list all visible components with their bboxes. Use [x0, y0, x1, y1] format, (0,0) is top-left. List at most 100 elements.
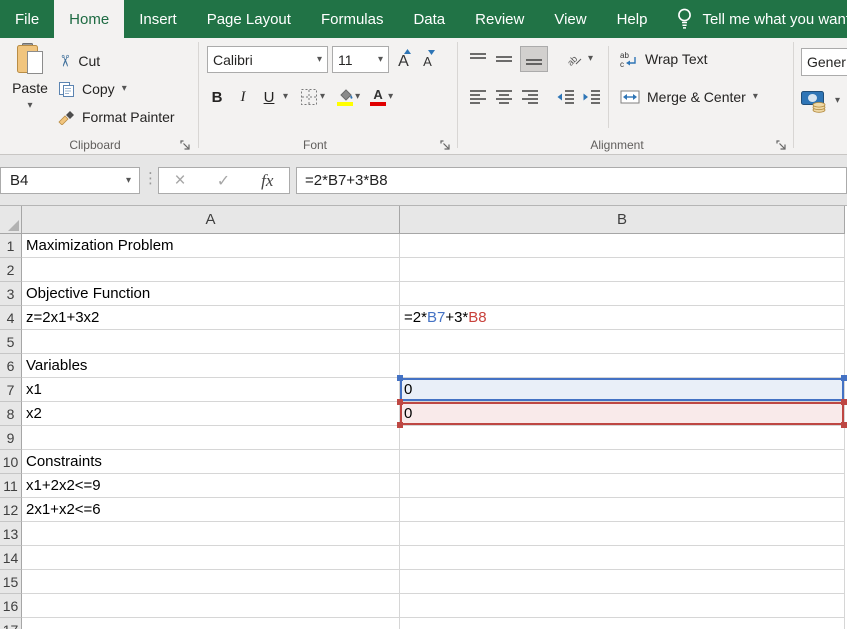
row-header-2[interactable]: 2	[0, 258, 22, 282]
range-handle-icon[interactable]	[841, 399, 847, 405]
enter-icon[interactable]: ✓	[217, 171, 230, 191]
accounting-dropdown-arrow[interactable]: ▾	[835, 96, 840, 106]
row-header-16[interactable]: 16	[0, 594, 22, 618]
underline-dropdown-arrow[interactable]: ▾	[283, 92, 288, 102]
tab-home[interactable]: Home	[54, 0, 125, 38]
format-painter-button[interactable]: Format Painter	[58, 104, 175, 130]
row-header-17[interactable]: 17	[0, 618, 22, 629]
cell-A2[interactable]	[22, 258, 400, 282]
cell-A16[interactable]	[22, 594, 400, 618]
wrap-text-button[interactable]: ab c Wrap Text	[620, 46, 708, 72]
row-header-12[interactable]: 12	[0, 498, 22, 522]
cell-A4[interactable]: z=2x1+3x2	[22, 306, 400, 330]
cell-A3[interactable]: Objective Function	[22, 282, 400, 306]
cell-B4[interactable]: =2* B7 +3* B8	[400, 306, 845, 330]
cell-A14[interactable]	[22, 546, 400, 570]
row-header-6[interactable]: 6	[0, 354, 22, 378]
align-right-button[interactable]	[520, 84, 540, 110]
cell-B9[interactable]	[400, 426, 845, 450]
top-align-button[interactable]	[468, 46, 488, 72]
tab-formulas[interactable]: Formulas	[306, 0, 399, 38]
cell-B2[interactable]	[400, 258, 845, 282]
orientation-button[interactable]: ab	[564, 46, 582, 72]
row-header-7[interactable]: 7	[0, 378, 22, 402]
cell-A8[interactable]: x2	[22, 402, 400, 426]
shrink-font-button[interactable]: A	[420, 50, 435, 68]
range-handle-icon[interactable]	[397, 375, 403, 381]
cell-A7[interactable]: x1	[22, 378, 400, 402]
tab-help[interactable]: Help	[602, 0, 663, 38]
paste-button[interactable]: Paste ▾	[6, 42, 54, 136]
bold-button[interactable]: B	[205, 85, 229, 109]
row-header-14[interactable]: 14	[0, 546, 22, 570]
range-handle-icon[interactable]	[841, 375, 847, 381]
font-dialog-launcher-icon[interactable]	[438, 138, 452, 152]
column-header-a[interactable]: A	[22, 206, 400, 234]
font-color-button[interactable]: A	[370, 88, 387, 106]
copy-button[interactable]: Copy ▾	[58, 76, 127, 102]
insert-function-icon[interactable]: fx	[261, 171, 273, 191]
fill-color-dropdown-arrow[interactable]: ▾	[355, 92, 360, 102]
cell-B13[interactable]	[400, 522, 845, 546]
tab-file[interactable]: File	[0, 0, 54, 38]
paste-dropdown-arrow[interactable]: ▾	[27, 101, 32, 111]
cancel-icon[interactable]: ×	[175, 170, 186, 192]
font-name-dropdown-arrow[interactable]: ▾	[317, 54, 322, 65]
cell-A12[interactable]: 2x1+x2<=6	[22, 498, 400, 522]
cell-A1[interactable]: Maximization Problem	[22, 234, 400, 258]
tab-view[interactable]: View	[539, 0, 601, 38]
italic-button[interactable]: I	[231, 85, 255, 109]
tell-me-search[interactable]: Tell me what you want t	[662, 0, 847, 38]
number-format-combo[interactable]: Gener	[801, 48, 847, 76]
row-header-3[interactable]: 3	[0, 282, 22, 306]
formula-input[interactable]: =2*B7+3*B8	[296, 167, 847, 194]
borders-button[interactable]	[300, 84, 318, 110]
cell-A10[interactable]: Constraints	[22, 450, 400, 474]
cell-A15[interactable]	[22, 570, 400, 594]
font-color-dropdown-arrow[interactable]: ▾	[388, 92, 393, 102]
formula-bar-grip[interactable]: ⋮	[143, 169, 158, 187]
name-box-dropdown-arrow[interactable]: ▾	[126, 175, 131, 186]
tab-insert[interactable]: Insert	[124, 0, 192, 38]
cell-A11[interactable]: x1+2x2<=9	[22, 474, 400, 498]
range-handle-icon[interactable]	[397, 399, 403, 405]
cell-B16[interactable]	[400, 594, 845, 618]
tab-review[interactable]: Review	[460, 0, 539, 38]
decrease-indent-button[interactable]	[556, 84, 576, 110]
clipboard-dialog-launcher-icon[interactable]	[178, 138, 192, 152]
cell-B7[interactable]: 0	[397, 375, 847, 402]
cell-B17[interactable]	[400, 618, 845, 629]
bottom-align-button[interactable]	[520, 46, 548, 72]
cell-B14[interactable]	[400, 546, 845, 570]
cell-A13[interactable]	[22, 522, 400, 546]
increase-indent-button[interactable]	[582, 84, 602, 110]
row-header-4[interactable]: 4	[0, 306, 22, 330]
cell-B6[interactable]	[400, 354, 845, 378]
row-header-15[interactable]: 15	[0, 570, 22, 594]
grow-font-button[interactable]: A	[396, 48, 411, 70]
middle-align-button[interactable]	[494, 46, 514, 72]
cell-A17[interactable]	[22, 618, 400, 629]
cell-B5[interactable]	[400, 330, 845, 354]
cell-A9[interactable]	[22, 426, 400, 450]
row-header-8[interactable]: 8	[0, 402, 22, 426]
alignment-dialog-launcher-icon[interactable]	[774, 138, 788, 152]
cell-B12[interactable]	[400, 498, 845, 522]
column-header-b[interactable]: B	[400, 206, 845, 234]
select-all-button[interactable]	[0, 206, 22, 234]
cell-B11[interactable]	[400, 474, 845, 498]
font-name-combo[interactable]: Calibri ▾	[207, 46, 328, 73]
row-header-11[interactable]: 11	[0, 474, 22, 498]
fill-color-button[interactable]	[337, 88, 354, 106]
cell-A5[interactable]	[22, 330, 400, 354]
row-header-5[interactable]: 5	[0, 330, 22, 354]
cell-B1[interactable]	[400, 234, 845, 258]
row-header-10[interactable]: 10	[0, 450, 22, 474]
align-center-button[interactable]	[494, 84, 514, 110]
row-header-1[interactable]: 1	[0, 234, 22, 258]
tab-data[interactable]: Data	[398, 0, 460, 38]
cell-A6[interactable]: Variables	[22, 354, 400, 378]
row-header-13[interactable]: 13	[0, 522, 22, 546]
range-handle-icon[interactable]	[841, 422, 847, 428]
cell-B8[interactable]: 0	[397, 399, 847, 428]
